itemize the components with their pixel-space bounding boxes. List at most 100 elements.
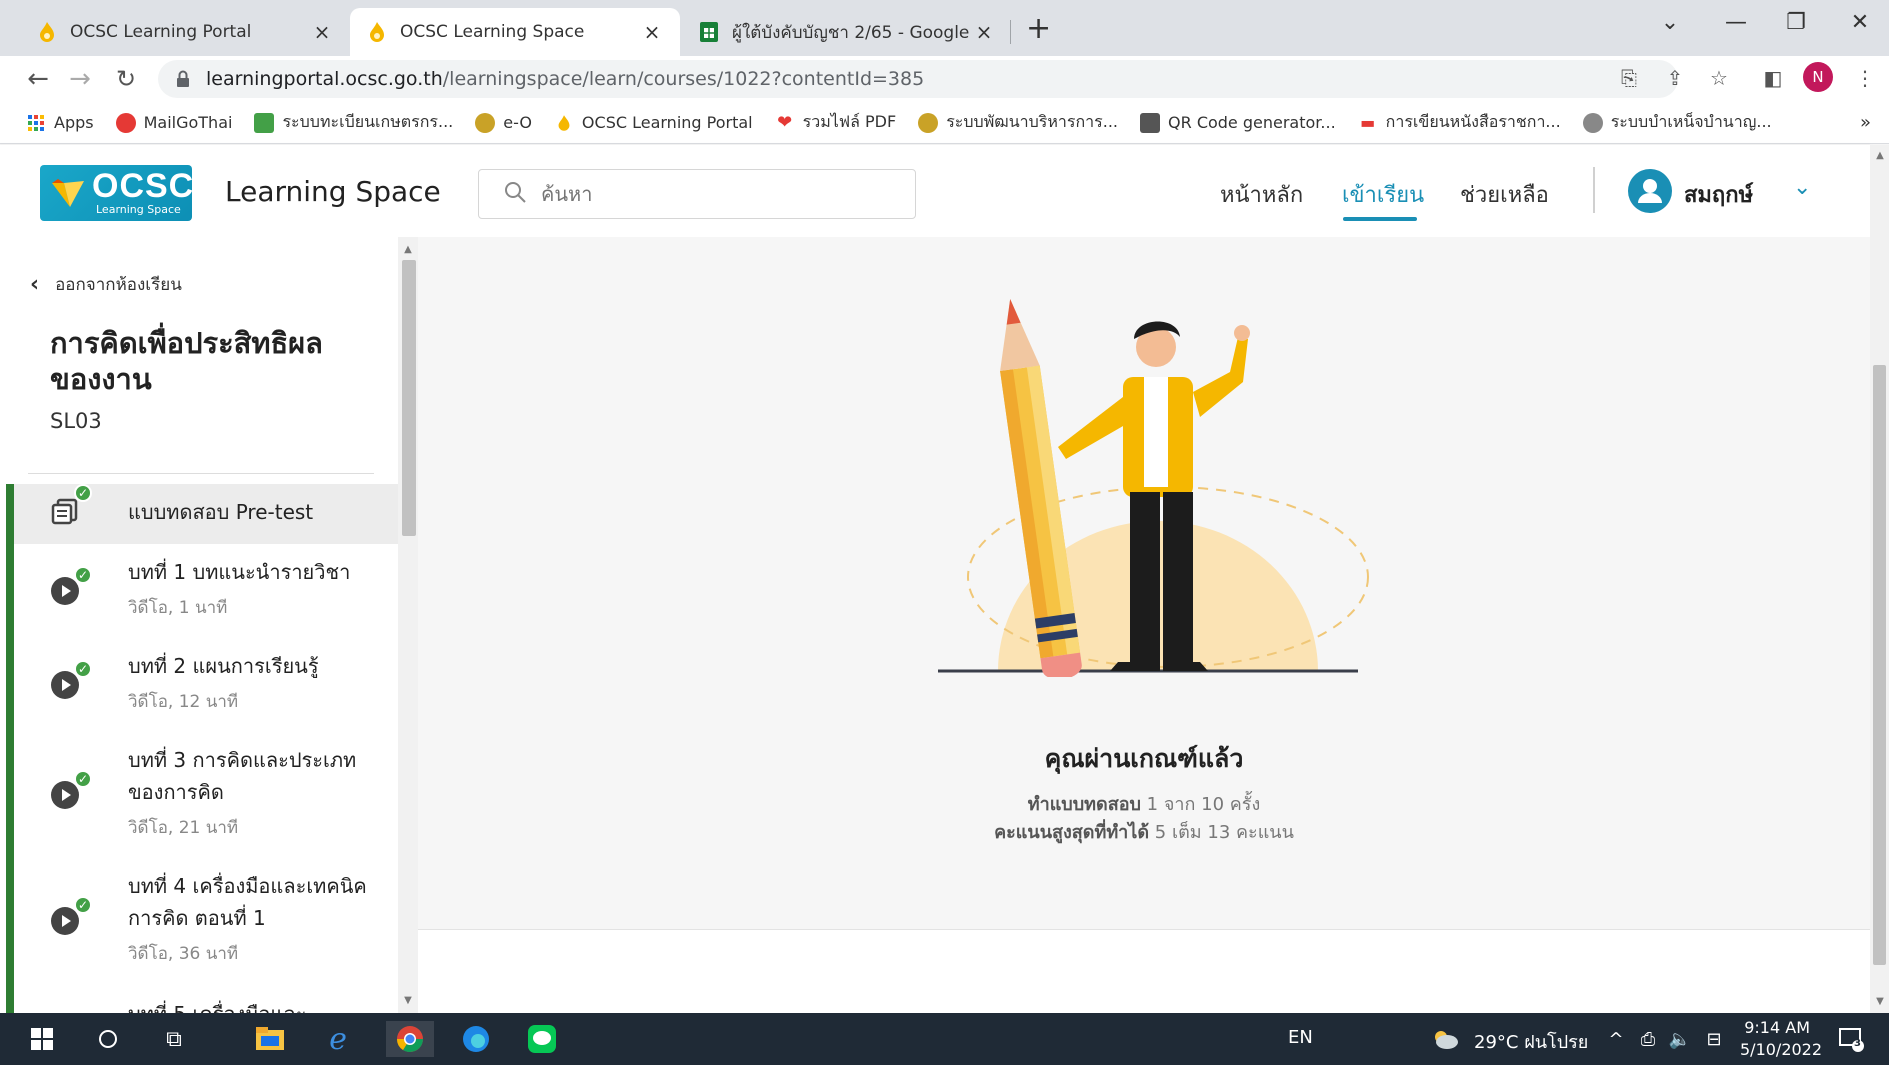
scroll-up-icon[interactable]: ▲ <box>398 244 418 255</box>
tab-ocsc-learning-space[interactable]: OCSC Learning Space × <box>350 8 680 56</box>
lesson-item-1[interactable]: ✓ บทที่ 1 บทแนะนำรายวิชา วิดีโอ, 1 นาที <box>6 544 398 638</box>
bookmark-official-letter[interactable]: ▬ การเขียนหนังสือราชกา... <box>1358 110 1561 135</box>
tab-search-chevron-icon[interactable]: ⌄ <box>1650 10 1690 35</box>
ocsc-logo[interactable]: OCSC Learning Space <box>40 165 193 221</box>
lesson-item-pretest[interactable]: ✓ แบบทดสอบ Pre-test <box>6 484 398 544</box>
bookmark-admin-dev[interactable]: ระบบพัฒนาบริหารการ... <box>918 110 1118 135</box>
tab-google-sheets[interactable]: ผู้ใต้บังคับบัญชา 2/65 - Google She × <box>682 8 1012 56</box>
bookmark-label: รวมไฟล์ PDF <box>802 112 897 131</box>
close-icon[interactable]: × <box>310 20 334 44</box>
new-tab-button[interactable]: + <box>1026 14 1051 44</box>
internet-explorer-icon[interactable]: ℯ <box>318 1021 358 1057</box>
completion-bar <box>6 858 14 984</box>
course-code: SL03 <box>50 409 102 433</box>
language-indicator[interactable]: EN <box>1288 1027 1313 1048</box>
tab-ocsc-learning-portal[interactable]: OCSC Learning Portal × <box>20 8 350 56</box>
translate-icon[interactable]: ⎘ <box>1614 66 1644 90</box>
bookmark-apps[interactable]: Apps <box>26 113 94 133</box>
tab-separator <box>1010 20 1011 44</box>
lesson-item-2[interactable]: ✓ บทที่ 2 แผนการเรียนรู้ วิดีโอ, 12 นาที <box>6 638 398 732</box>
forward-arrow-icon[interactable]: → <box>64 64 96 94</box>
quiz-result-panel: คุณผ่านเกณฑ์แล้ว ทำแบบทดสอบ 1 จาก 10 ครั… <box>418 237 1870 929</box>
windows-taskbar: ⧉ ℯ EN 29°C ฝนโปรย ^ ⎙ 🔈 ⊟ 9:14 AM 5/10/… <box>0 1013 1889 1065</box>
reload-icon[interactable]: ↻ <box>110 64 142 94</box>
flag-icon: ▬ <box>1360 113 1376 132</box>
search-icon <box>503 180 527 208</box>
system-clock[interactable]: 9:14 AM 5/10/2022 <box>1740 1017 1822 1061</box>
bookmark-label: การเขียนหนังสือราชกา... <box>1385 112 1561 131</box>
restore-icon[interactable]: ❐ <box>1776 10 1816 35</box>
sidebar-scroll-thumb[interactable] <box>402 260 416 536</box>
nav-active-indicator <box>1343 217 1417 221</box>
bookmarks-overflow-icon[interactable]: » <box>1860 112 1871 133</box>
lesson-meta: วิดีโอ, 36 นาที <box>128 944 239 964</box>
check-icon: ✓ <box>74 566 92 584</box>
lesson-item-4[interactable]: ✓ บทที่ 4 เครื่องมือและเทคนิคการคิด ตอนท… <box>6 858 398 984</box>
farmer-icon <box>254 112 275 133</box>
menu-dots-icon[interactable]: ⋮ <box>1850 66 1880 90</box>
volume-muted-icon[interactable]: 🔈 <box>1666 1021 1694 1057</box>
bookmark-e-o[interactable]: e-O <box>475 112 532 133</box>
search-input[interactable] <box>541 182 901 206</box>
chevron-down-icon[interactable]: ⌄ <box>1793 175 1811 200</box>
chrome-icon[interactable] <box>386 1021 434 1057</box>
line-app-icon[interactable] <box>522 1021 562 1057</box>
page-scroll-thumb[interactable] <box>1873 365 1886 965</box>
bookmarks-bar: Apps MailGoThai ระบบทะเบียนเกษตรกร... e-… <box>0 102 1889 144</box>
lesson-item-3[interactable]: ✓ บทที่ 3 การคิดและประเภทของการคิด วิดีโ… <box>6 732 398 858</box>
address-bar[interactable]: learningportal.ocsc.go.th/learningspace/… <box>158 60 1678 98</box>
lesson-title: บทที่ 3 การคิดและประเภทของการคิด <box>128 748 357 804</box>
search-circle-icon[interactable] <box>90 1021 126 1057</box>
minimize-icon[interactable]: — <box>1716 10 1756 35</box>
bookmark-star-icon[interactable]: ☆ <box>1704 66 1734 90</box>
file-explorer-icon[interactable] <box>250 1021 290 1057</box>
bookmark-mailgothai[interactable]: MailGoThai <box>115 112 232 133</box>
nav-home[interactable]: หน้าหลัก <box>1220 177 1303 212</box>
scroll-down-icon[interactable]: ▼ <box>398 995 418 1006</box>
lesson-item-5[interactable]: บทที่ 5 เครื่องมือและ <box>6 984 398 1013</box>
bookmark-ocsc-portal[interactable]: OCSC Learning Portal <box>554 113 753 133</box>
exit-classroom-link[interactable]: ‹ ออกจากห้องเรียน <box>30 271 182 298</box>
flame-icon <box>554 113 574 133</box>
window-close-icon[interactable]: ✕ <box>1840 10 1880 35</box>
search-box[interactable] <box>478 169 916 219</box>
network-icon[interactable]: ⊟ <box>1700 1021 1728 1057</box>
edge-icon[interactable] <box>456 1021 496 1057</box>
windows-start-icon[interactable] <box>24 1021 60 1057</box>
bookmark-farmer-registry[interactable]: ระบบทะเบียนเกษตรกร... <box>254 110 453 135</box>
seal-icon <box>475 112 496 133</box>
chevron-up-icon[interactable]: ^ <box>1604 1021 1628 1057</box>
profile-avatar[interactable]: N <box>1803 62 1833 92</box>
side-panel-icon[interactable]: ◧ <box>1758 66 1788 90</box>
app-title: Learning Space <box>225 175 441 208</box>
page-scroll-down-icon[interactable]: ▼ <box>1870 996 1889 1007</box>
clock-time: 9:14 AM <box>1744 1018 1810 1037</box>
tab-title: OCSC Learning Portal <box>70 22 252 42</box>
bookmark-label: ระบบบำเหน็จบำนาญ... <box>1610 112 1772 131</box>
user-name[interactable]: สมฤกษ์ <box>1684 177 1753 212</box>
notification-count: 3 <box>1854 1038 1861 1049</box>
meet-icon[interactable]: ⎙ <box>1636 1021 1660 1057</box>
task-view-icon[interactable]: ⧉ <box>156 1021 192 1057</box>
share-icon[interactable]: ⇪ <box>1660 66 1690 90</box>
notification-center-icon[interactable]: 3 <box>1834 1021 1868 1057</box>
completion-bar <box>6 984 14 1013</box>
bookmark-label: Apps <box>54 113 94 132</box>
close-icon[interactable]: × <box>972 20 996 44</box>
nav-help[interactable]: ช่วยเหลือ <box>1460 177 1549 212</box>
lesson-title: บทที่ 4 เครื่องมือและเทคนิคการคิด ตอนที่… <box>128 874 367 930</box>
lesson-title: บทที่ 1 บทแนะนำรายวิชา <box>128 560 351 584</box>
bookmark-pension[interactable]: ระบบบำเหน็จบำนาญ... <box>1582 110 1772 135</box>
nav-learn[interactable]: เข้าเรียน <box>1342 177 1424 212</box>
weather-text[interactable]: 29°C ฝนโปรย <box>1474 1027 1588 1056</box>
page-scroll-up-icon[interactable]: ▲ <box>1870 150 1889 161</box>
bookmark-label: ระบบพัฒนาบริหารการ... <box>946 112 1119 131</box>
bookmark-label: QR Code generator... <box>1168 113 1336 132</box>
back-arrow-icon[interactable]: ← <box>22 64 54 94</box>
score-line: คะแนนสูงสุดที่ทำได้ 5 เต็ม 13 คะแนน <box>418 817 1870 846</box>
bookmark-pdf[interactable]: ❤ รวมไฟล์ PDF <box>775 110 897 135</box>
close-icon[interactable]: × <box>640 20 664 44</box>
user-avatar[interactable] <box>1628 169 1672 213</box>
apps-grid-icon <box>26 113 46 133</box>
bookmark-qr[interactable]: QR Code generator... <box>1140 112 1336 133</box>
